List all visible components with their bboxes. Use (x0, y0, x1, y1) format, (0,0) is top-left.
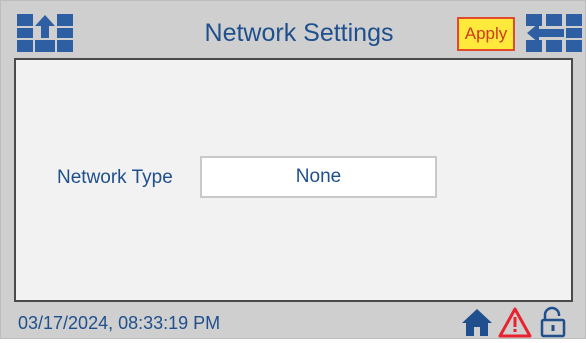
content-panel: Network Type None (14, 58, 573, 302)
header-bar: Network Settings Apply (9, 7, 582, 59)
alarm-button[interactable] (498, 306, 532, 338)
lock-button[interactable] (536, 306, 570, 338)
hmi-screen: Network Settings Apply Network Type None… (0, 0, 586, 339)
nav-up-button[interactable] (17, 14, 73, 52)
home-button[interactable] (460, 306, 494, 338)
status-bar: 03/17/2024, 08:33:19 PM (14, 304, 573, 338)
nav-back-icon (526, 14, 582, 52)
apply-button[interactable]: Apply (457, 17, 515, 51)
datetime-readout: 03/17/2024, 08:33:19 PM (18, 313, 221, 333)
home-icon (462, 309, 492, 336)
network-type-label: Network Type (57, 167, 173, 188)
unlock-icon (540, 306, 566, 338)
nav-back-button[interactable] (526, 14, 582, 52)
network-type-field[interactable]: None (200, 156, 437, 198)
warning-icon (498, 307, 532, 338)
nav-up-icon (17, 14, 73, 52)
page-title: Network Settings (204, 19, 394, 47)
